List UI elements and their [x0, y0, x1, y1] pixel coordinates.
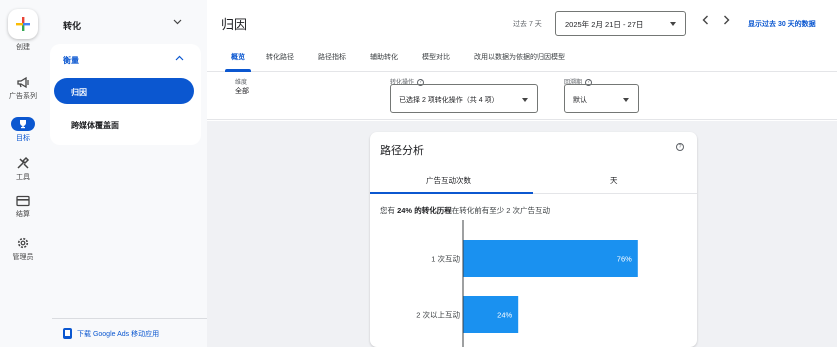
chevron-right-icon[interactable]: [723, 14, 730, 28]
rail-label-tools: 工具: [16, 174, 30, 181]
conversion-action-select[interactable]: 已选择 2 项转化操作（共 4 项）: [390, 84, 538, 113]
active-card-tab-indicator: [370, 192, 533, 194]
summary-post: 在转化前有至少 2 次广告互动: [451, 206, 551, 215]
bar-0[interactable]: [463, 240, 638, 277]
rail-item-campaigns[interactable]: 广告系列: [0, 76, 46, 101]
subnav-section-card: 衡量 归因 跨媒体覆盖面: [50, 44, 201, 145]
phone-icon: [63, 328, 72, 339]
report-canvas: 路径分析 ? 广告互动次数 天 您有 24% 的转化历程在转化前有至少 2 次广…: [207, 121, 837, 347]
filter-bar: 维度 全部 转化操作? 已选择 2 项转化操作（共 4 项） 回溯期? 默认: [207, 72, 837, 120]
rail-item-create[interactable]: 创建: [0, 9, 46, 52]
tab-path-metrics[interactable]: 路径指标: [318, 52, 346, 62]
sub-navigation: 转化 衡量 归因 跨媒体覆盖面 下载 Google Ads 移动应用: [46, 0, 207, 347]
dropdown-arrow-icon: [522, 98, 528, 102]
summary-text: 您有 24% 的转化历程在转化前有至少 2 次广告互动: [380, 205, 550, 216]
tools-icon: [17, 156, 30, 169]
dropdown-arrow-icon: [670, 22, 676, 26]
show-past-30-days-link[interactable]: 显示过去 30 天的数据: [748, 19, 816, 29]
path-length-bar-chart: 1 次互动 76% 2 次以上互动 24%: [416, 220, 638, 347]
rail-item-tools[interactable]: 工具: [0, 156, 46, 182]
trophy-icon: [11, 117, 35, 131]
summary-bold-text: 的转化历程: [414, 206, 452, 215]
date-range-label: 过去 7 天: [513, 21, 542, 28]
dropdown-arrow-icon: [623, 98, 629, 102]
summary-percentage: 24%: [397, 206, 413, 215]
page-title: 归因: [221, 17, 248, 32]
plus-icon: [8, 9, 38, 39]
summary-pre: 您有: [380, 206, 395, 215]
rail-label-create: 创建: [16, 44, 30, 51]
mobile-app-link-label: 下载 Google Ads 移动应用: [77, 330, 160, 338]
subnav-item-attribution[interactable]: 归因: [54, 78, 194, 104]
card-title: 路径分析: [380, 145, 424, 157]
subnav-header[interactable]: 转化: [63, 19, 81, 32]
divider: [52, 318, 207, 319]
lookback-select[interactable]: 默认: [564, 84, 639, 113]
megaphone-icon: [17, 76, 29, 89]
chevron-down-icon[interactable]: [173, 17, 182, 28]
mobile-app-link[interactable]: 下载 Google Ads 移动应用: [63, 328, 159, 339]
card-tab-days[interactable]: 天: [610, 175, 618, 186]
tab-overview[interactable]: 概览: [231, 52, 245, 62]
rail-label-campaigns: 广告系列: [9, 93, 37, 100]
dimension-label: 维度: [235, 80, 248, 86]
tab-assisted-conversions[interactable]: 辅助转化: [370, 52, 398, 62]
category-label-1: 2 次以上互动: [416, 310, 460, 320]
subnav-section-title[interactable]: 衡量: [63, 55, 79, 66]
conversion-action-value: 已选择 2 项转化操作（共 4 项）: [399, 97, 499, 104]
main-content: 归因 过去 7 天 2025年 2月 21日 - 27日 显示过去 30 天的数…: [207, 0, 837, 347]
rail-item-admin[interactable]: 管理员: [0, 236, 46, 262]
card-tab-ad-interactions[interactable]: 广告互动次数: [426, 175, 471, 186]
gear-icon: [17, 237, 29, 249]
rail-label-billing: 结算: [16, 211, 30, 218]
dimension-value[interactable]: 全部: [235, 86, 249, 96]
date-range-value: 2025年 2月 21日 - 27日: [565, 20, 644, 29]
tab-conversion-paths[interactable]: 转化路径: [266, 52, 294, 62]
rail-item-goals[interactable]: 目标: [0, 117, 46, 143]
lookback-value: 默认: [573, 97, 587, 104]
value-label-1: 24%: [497, 311, 512, 320]
chevron-up-icon[interactable]: [175, 54, 184, 63]
value-label-0: 76%: [617, 255, 632, 264]
credit-card-icon: [16, 195, 30, 207]
tab-model-comparison[interactable]: 模型对比: [422, 52, 450, 62]
help-icon[interactable]: ?: [676, 143, 684, 151]
left-rail: 创建 广告系列 目标 工具 结算 管理员: [0, 0, 46, 347]
chevron-left-icon[interactable]: [702, 14, 709, 28]
subnav-item-cross-media[interactable]: 跨媒体覆盖面: [71, 120, 119, 131]
tab-bar: 概览 转化路径 路径指标 辅助转化 模型对比 改用以数据为依据的归因模型: [207, 48, 837, 72]
rail-label-admin: 管理员: [12, 254, 34, 261]
date-range-picker[interactable]: 2025年 2月 21日 - 27日: [555, 11, 686, 36]
category-label-0: 1 次互动: [431, 254, 460, 264]
tab-data-driven-model[interactable]: 改用以数据为依据的归因模型: [474, 52, 565, 62]
rail-label-goals: 目标: [16, 135, 30, 142]
path-analysis-card: 路径分析 ? 广告互动次数 天 您有 24% 的转化历程在转化前有至少 2 次广…: [370, 132, 697, 347]
rail-item-billing[interactable]: 结算: [0, 195, 46, 219]
